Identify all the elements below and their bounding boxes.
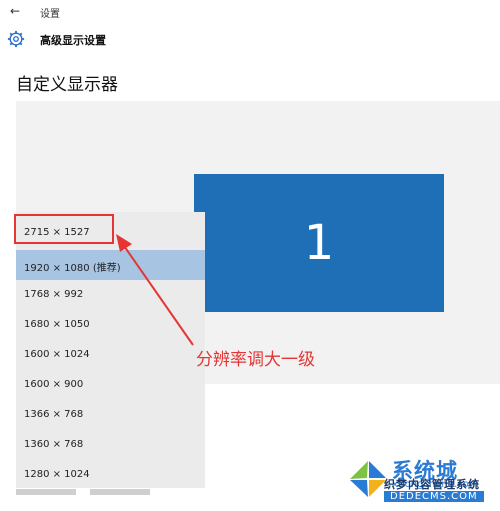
resolution-option-label: 1366 × 768 bbox=[24, 409, 84, 420]
resolution-option[interactable]: 1360 × 768 bbox=[16, 430, 205, 460]
apply-button[interactable] bbox=[16, 489, 76, 495]
back-arrow-icon[interactable]: ← bbox=[10, 4, 24, 18]
resolution-dropdown-list[interactable]: 2715 × 1527 1920 × 1080 (推荐) 1768 × 992 … bbox=[16, 212, 205, 488]
highlight-box bbox=[14, 214, 114, 244]
resolution-option-label: 1920 × 1080 (推荐) bbox=[24, 263, 121, 274]
resolution-option[interactable]: 1366 × 768 bbox=[16, 400, 205, 430]
title-bar: ← 设置 bbox=[0, 0, 500, 24]
resolution-option-label: 1600 × 900 bbox=[24, 379, 84, 390]
resolution-option[interactable]: 1768 × 992 bbox=[16, 280, 205, 310]
cancel-button[interactable] bbox=[90, 489, 150, 495]
section-title: 自定义显示器 bbox=[16, 75, 118, 95]
resolution-option[interactable]: 1280 × 1024 bbox=[16, 460, 205, 490]
resolution-option[interactable]: 1680 × 1050 bbox=[16, 310, 205, 340]
resolution-option-label: 1600 × 1024 bbox=[24, 349, 90, 360]
monitor-1[interactable]: 1 bbox=[194, 174, 444, 312]
annotation-text: 分辨率调大一级 bbox=[196, 350, 315, 370]
resolution-option-label: 1360 × 768 bbox=[24, 439, 84, 450]
watermark-cms-name: 织梦内容管理系统 bbox=[384, 478, 480, 491]
monitor-number: 1 bbox=[303, 215, 335, 271]
resolution-option[interactable]: 1600 × 900 bbox=[16, 370, 205, 400]
resolution-option-label: 1680 × 1050 bbox=[24, 319, 90, 330]
resolution-option-selected[interactable]: 1920 × 1080 (推荐) bbox=[16, 250, 205, 280]
app-title: 设置 bbox=[40, 9, 60, 20]
page-heading: 高级显示设置 bbox=[40, 34, 106, 47]
resolution-option[interactable]: 1600 × 1024 bbox=[16, 340, 205, 370]
gear-icon bbox=[7, 30, 25, 48]
page-header: 高级显示设置 bbox=[0, 26, 500, 54]
resolution-option-label: 1280 × 1024 bbox=[24, 469, 90, 480]
watermark-cms-url: DEDECMS.COM bbox=[384, 491, 484, 502]
resolution-option-label: 1768 × 992 bbox=[24, 289, 84, 300]
watermark: 系统城 xitongcheng.com 织梦内容管理系统 DEDECMS.COM bbox=[340, 455, 500, 511]
